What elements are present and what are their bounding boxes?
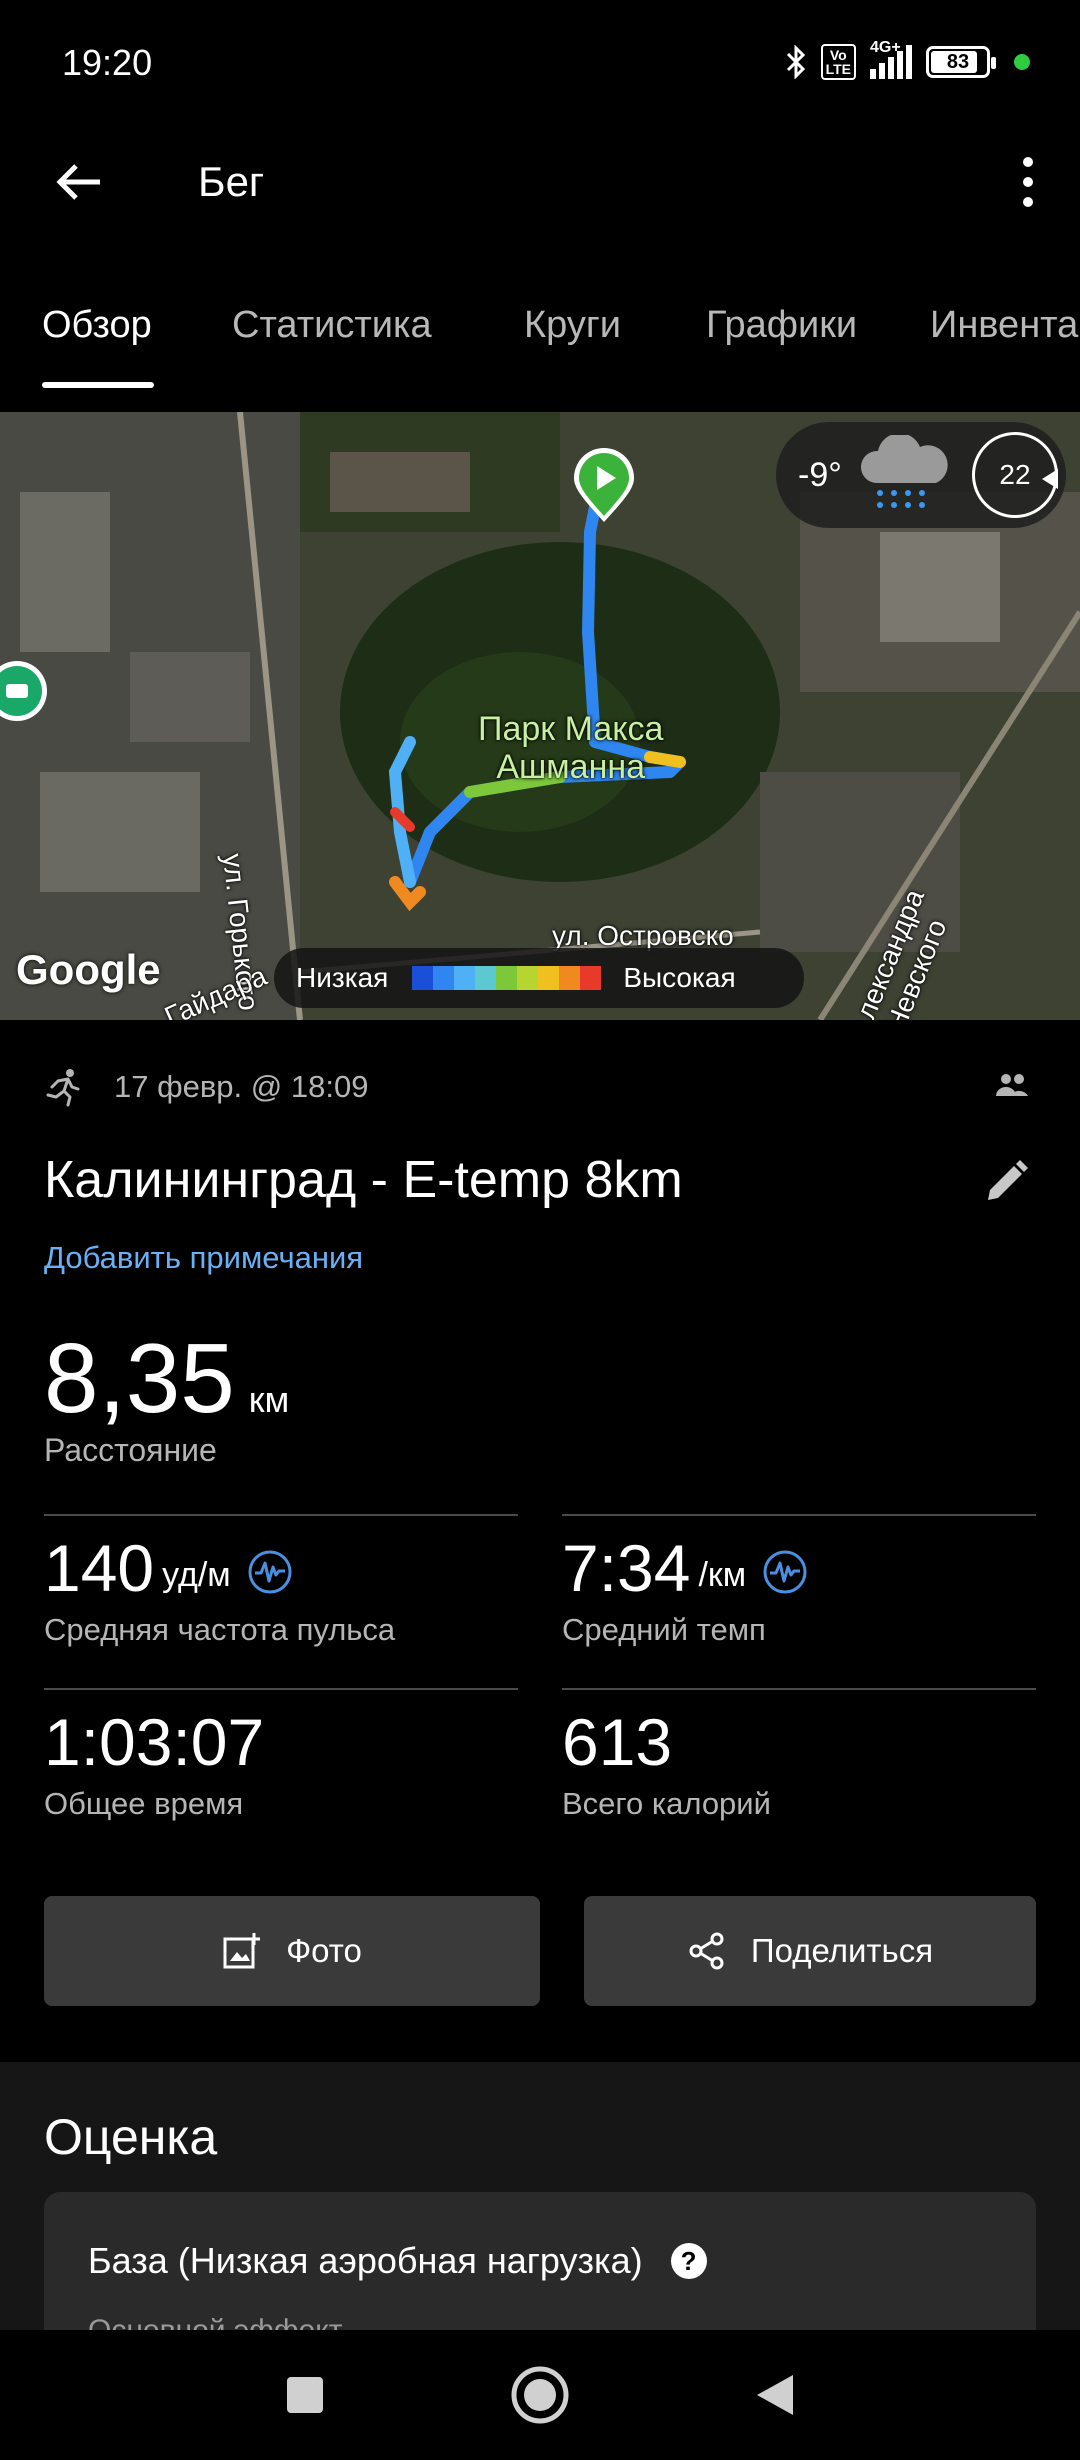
- distance-value: 8,35 км: [44, 1323, 290, 1433]
- legend-low-label: Низкая: [296, 962, 389, 993]
- status-icons: Vo LTE 4G+ 83: [785, 39, 1030, 82]
- tab-bar: Обзор Статистика Круги Графики Инвента: [0, 286, 1080, 392]
- legend-swatch: [496, 966, 518, 990]
- legend-swatch: [538, 966, 560, 990]
- signal-icon: 4G+: [870, 39, 912, 79]
- tab-laps[interactable]: Круги: [524, 304, 621, 347]
- park-label: Парк Макса Ашманна: [478, 710, 664, 786]
- bluetooth-icon: [785, 45, 807, 79]
- home-button[interactable]: [505, 2360, 575, 2430]
- more-dot-icon: [1023, 157, 1033, 167]
- stat-total-time: 1:03:07 Общее время: [44, 1688, 518, 1822]
- home-circle-icon: [511, 2366, 569, 2424]
- activity-meta: 17 февр. @ 18:09: [44, 1062, 1036, 1112]
- legend-swatch: [475, 966, 497, 990]
- stat-avg-heart-rate: 140 уд/м Средняя частота пульса: [44, 1514, 518, 1648]
- add-photo-button[interactable]: Фото: [44, 1896, 540, 2006]
- share-button[interactable]: Поделиться: [584, 1896, 1036, 2006]
- back-nav-button[interactable]: [740, 2360, 810, 2430]
- stat-avg-pace: 7:34 /км Средний темп: [562, 1514, 1036, 1648]
- wind-speed-badge: 22: [972, 432, 1058, 518]
- google-logo: Google: [16, 946, 161, 993]
- pace-chart-icon[interactable]: [762, 1549, 808, 1595]
- legend-swatch: [433, 966, 455, 990]
- intensity-legend: Низкая Высокая: [274, 948, 804, 1008]
- group-icon[interactable]: [994, 1070, 1030, 1100]
- camera-indicator-icon: [1014, 54, 1030, 70]
- activity-date: 17 февр. @ 18:09: [114, 1069, 369, 1104]
- add-notes-link[interactable]: Добавить примечания: [44, 1240, 363, 1276]
- weather-badge[interactable]: -9° 22: [776, 422, 1066, 528]
- recents-button[interactable]: [270, 2360, 340, 2430]
- stat-total-calories: 613 Всего калорий: [562, 1688, 1036, 1822]
- volte-icon: Vo LTE: [820, 44, 856, 80]
- tab-statistics[interactable]: Статистика: [232, 304, 432, 347]
- weather-temperature: -9°: [798, 455, 842, 494]
- legend-swatch: [559, 966, 581, 990]
- system-navigation-bar: [0, 2330, 1080, 2460]
- start-pin-icon: [574, 448, 634, 522]
- tab-overview[interactable]: Обзор: [42, 304, 152, 347]
- square-icon: [287, 2377, 323, 2413]
- route-map[interactable]: Парк Макса Ашманна ул. Горького ул. Остр…: [0, 412, 1080, 1020]
- more-dot-icon: [1023, 197, 1033, 207]
- status-time: 19:20: [62, 42, 153, 83]
- map-marker-icon: [0, 661, 47, 721]
- more-options-button[interactable]: [998, 152, 1058, 212]
- back-button[interactable]: [40, 152, 116, 212]
- distance-label: Расстояние: [44, 1432, 217, 1468]
- status-bar: 19:20 Vo LTE 4G+ 83: [0, 0, 1080, 120]
- more-dot-icon: [1023, 177, 1033, 187]
- training-effect-title: База (Низкая аэробная нагрузка) ?: [88, 2240, 707, 2282]
- legend-high-label: Высокая: [623, 962, 736, 993]
- edit-title-button[interactable]: [976, 1152, 1036, 1212]
- assessment-section: Оценка База (Низкая аэробная нагрузка) ?…: [0, 2062, 1080, 2362]
- triangle-back-icon: [757, 2375, 793, 2415]
- section-title: Оценка: [44, 2109, 218, 2165]
- snow-cloud-icon: [860, 435, 948, 508]
- arrow-back-icon: [56, 164, 100, 200]
- app-bar: Бег: [0, 130, 1080, 234]
- battery-icon: 83: [926, 46, 996, 78]
- page-title: Бег: [198, 158, 265, 205]
- tab-gear[interactable]: Инвента: [930, 304, 1078, 347]
- legend-swatch: [517, 966, 539, 990]
- legend-swatch: [454, 966, 476, 990]
- tab-indicator: [42, 382, 154, 388]
- tab-charts[interactable]: Графики: [706, 304, 857, 347]
- heart-rate-chart-icon[interactable]: [247, 1549, 293, 1595]
- legend-swatch: [412, 966, 434, 990]
- running-icon: [46, 1069, 80, 1107]
- add-photo-icon: [223, 1933, 261, 1969]
- legend-gradient: [412, 966, 602, 990]
- pencil-icon: [988, 1160, 1028, 1200]
- share-icon: [689, 1932, 724, 1970]
- help-icon[interactable]: ?: [670, 2243, 707, 2279]
- activity-title: Калининград - E-temp 8km: [44, 1151, 683, 1209]
- legend-swatch: [580, 966, 602, 990]
